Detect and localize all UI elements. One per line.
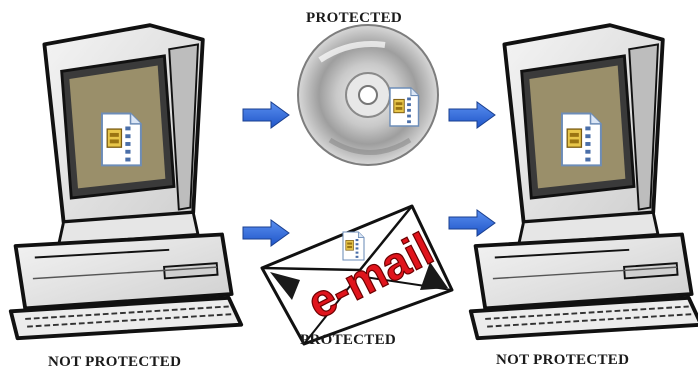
arrow-right-icon <box>448 101 496 129</box>
arrow-right-icon <box>242 101 290 129</box>
disc-status-label: PROTECTED <box>306 10 403 26</box>
zip-file-icon <box>561 112 602 167</box>
cd-disc-icon <box>297 24 439 166</box>
receiver-status-label: NOT PROTECTED <box>496 352 630 368</box>
sender-status-label: NOT PROTECTED <box>48 354 182 370</box>
diagram-canvas: e-mail <box>8 23 698 346</box>
arrow-right-icon <box>448 209 496 237</box>
zip-file-icon <box>101 112 142 167</box>
email-status-label: PROTECTED <box>300 332 397 348</box>
envelope-icon: e-mail <box>260 204 454 346</box>
arrow-right-icon <box>242 219 290 247</box>
zip-file-icon <box>389 87 420 127</box>
receiver-computer-icon <box>468 23 698 341</box>
sender-computer-icon <box>8 23 244 341</box>
